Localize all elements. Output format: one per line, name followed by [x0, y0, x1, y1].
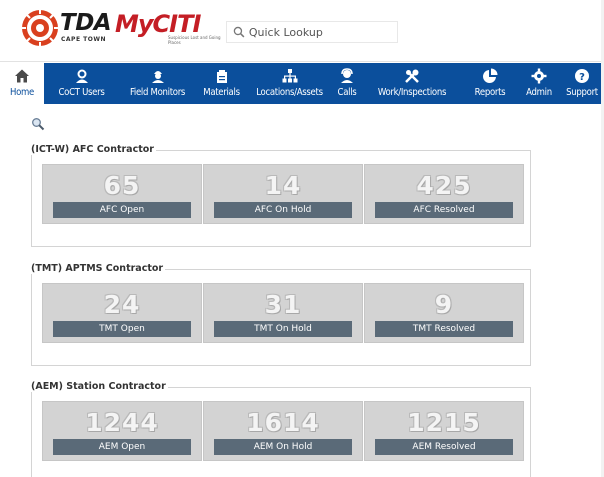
group-legend: (ICT-W) AFC Contractor — [31, 144, 156, 155]
nav-work-inspections[interactable]: Work/Inspections — [362, 63, 462, 104]
tile-label: AEM Resolved — [375, 439, 513, 455]
tile-count: 425 — [416, 171, 472, 200]
tile-label: AFC Resolved — [375, 202, 513, 218]
nav-label: Work/Inspections — [377, 87, 447, 98]
quick-lookup[interactable] — [226, 21, 398, 43]
zoom-icon[interactable] — [31, 117, 45, 131]
sitemap-icon — [282, 69, 297, 83]
tile-count: 24 — [103, 290, 141, 319]
tile-count: 1614 — [246, 408, 320, 437]
group-legend: (TMT) APTMS Contractor — [31, 263, 166, 274]
tile-label: AEM Open — [53, 439, 191, 455]
logo-myciti-text: MyCITI — [115, 10, 201, 38]
dashboard-content: (ICT-W) AFC Contractor 65 AFC Open 14 AF… — [0, 104, 604, 477]
nav-locations-assets[interactable]: Locations/Assets — [247, 63, 332, 104]
nav-label: Admin — [526, 87, 552, 98]
nav-label: Field Monitors — [129, 87, 186, 98]
nav-label: Locations/Assets — [256, 87, 323, 98]
nav-label: Calls — [337, 87, 357, 98]
home-icon — [15, 69, 29, 83]
help-icon: ? — [575, 69, 589, 83]
materials-icon — [216, 70, 227, 83]
tile-aem-on-hold[interactable]: 1614 AEM On Hold — [203, 401, 363, 461]
logo-city-text: CAPE TOWN — [61, 36, 106, 43]
tile-afc-on-hold[interactable]: 14 AFC On Hold — [203, 164, 363, 224]
tile-count: 9 — [434, 290, 454, 319]
tile-tmt-resolved[interactable]: 9 TMT Resolved — [364, 283, 524, 343]
logo-tagline: Suspicious Lost and Going Places — [168, 35, 221, 45]
cape-town-seal-icon — [21, 9, 59, 47]
tile-count: 31 — [264, 290, 302, 319]
nav-label: CoCT Users — [58, 87, 105, 98]
search-icon — [233, 26, 245, 38]
tile-label: AFC On Hold — [214, 202, 352, 218]
main-nav: Home CoCT Users Field Monitors Materials… — [0, 63, 604, 104]
quick-lookup-input[interactable] — [248, 25, 397, 39]
pie-chart-icon — [483, 68, 498, 83]
nav-coct-users[interactable]: CoCT Users — [44, 63, 119, 104]
app-header: TDA CAPE TOWN MyCITI Suspicious Lost and… — [0, 0, 604, 62]
nav-home[interactable]: Home — [0, 63, 44, 104]
tile-count: 14 — [264, 171, 302, 200]
tile-label: TMT Open — [53, 321, 191, 337]
nav-field-monitors[interactable]: Field Monitors — [119, 63, 196, 104]
logo-tda-text: TDA — [60, 10, 112, 36]
nav-label: Home — [9, 87, 35, 98]
tile-label: AFC Open — [53, 202, 191, 218]
group-aem: (AEM) Station Contractor 1244 AEM Open 1… — [31, 381, 531, 477]
users-icon — [75, 69, 88, 83]
tile-tmt-open[interactable]: 24 TMT Open — [42, 283, 202, 343]
nav-reports[interactable]: Reports — [462, 63, 518, 104]
tools-icon — [405, 69, 419, 83]
tda-myciti-logo[interactable]: TDA CAPE TOWN MyCITI Suspicious Lost and… — [20, 8, 230, 52]
nav-label: Materials — [203, 87, 240, 98]
gear-icon — [531, 68, 547, 84]
nav-materials[interactable]: Materials — [196, 63, 247, 104]
svg-text:?: ? — [579, 72, 585, 83]
support-agent-icon — [341, 68, 353, 83]
tile-aem-resolved[interactable]: 1215 AEM Resolved — [364, 401, 524, 461]
nav-label: Reports — [474, 87, 506, 98]
tile-label: TMT Resolved — [375, 321, 513, 337]
group-afc: (ICT-W) AFC Contractor 65 AFC Open 14 AF… — [31, 144, 531, 247]
nav-label: Support — [566, 87, 598, 98]
tile-count: 65 — [103, 171, 141, 200]
nav-support[interactable]: ? Support — [560, 63, 604, 104]
nav-calls[interactable]: Calls — [332, 63, 362, 104]
tile-count: 1215 — [407, 408, 481, 437]
nav-admin[interactable]: Admin — [518, 63, 560, 104]
tile-tmt-on-hold[interactable]: 31 TMT On Hold — [203, 283, 363, 343]
group-tmt: (TMT) APTMS Contractor 24 TMT Open 31 TM… — [31, 263, 531, 366]
tile-aem-open[interactable]: 1244 AEM Open — [42, 401, 202, 461]
group-legend: (AEM) Station Contractor — [31, 381, 168, 392]
tile-afc-open[interactable]: 65 AFC Open — [42, 164, 202, 224]
field-monitor-icon — [151, 71, 164, 83]
tile-label: AEM On Hold — [214, 439, 352, 455]
tile-count: 1244 — [85, 408, 159, 437]
tile-label: TMT On Hold — [214, 321, 352, 337]
tile-afc-resolved[interactable]: 425 AFC Resolved — [364, 164, 524, 224]
